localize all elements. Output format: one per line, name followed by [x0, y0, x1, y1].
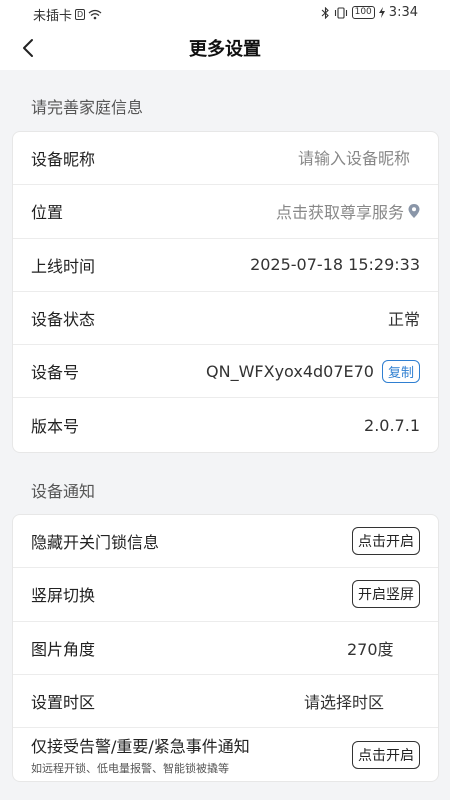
status-bar: 未插卡 D 100 3:34 — [0, 0, 450, 26]
vibrate-icon — [334, 6, 347, 19]
device-id-label: 设备号 — [31, 363, 80, 383]
row-version: 版本号 2.0.7.1 — [13, 398, 438, 451]
version-label: 版本号 — [31, 417, 80, 437]
row-device-nickname: 设备昵称 — [13, 132, 438, 186]
alert-sub-text: 如远程开锁、低电量报警、智能锁被撬等 — [31, 762, 229, 776]
status-right: 100 3:34 — [321, 5, 418, 20]
online-time-label: 上线时间 — [31, 256, 96, 276]
alert-enable-button[interactable]: 点击开启 — [352, 740, 420, 769]
device-status-label: 设备状态 — [31, 310, 96, 330]
nav-bar: 更多设置 — [0, 26, 450, 70]
device-id-value: QN_WFXyox4d07E70 — [206, 361, 374, 381]
portrait-enable-button[interactable]: 开启竖屏 — [352, 580, 420, 609]
row-alert-only: 仅接受告警/重要/紧急事件通知 如远程开锁、低电量报警、智能锁被撬等 点击开启 — [13, 728, 438, 781]
location-pin-icon — [408, 204, 420, 219]
device-id-wrap: QN_WFXyox4d07E70 复制 — [206, 359, 420, 383]
location-label: 位置 — [31, 203, 64, 223]
device-status-value: 正常 — [387, 310, 420, 330]
portrait-label: 竖屏切换 — [31, 586, 96, 606]
angle-label: 图片角度 — [31, 639, 96, 659]
timezone-label: 设置时区 — [31, 693, 96, 713]
angle-value[interactable]: 270度 — [347, 636, 394, 660]
device-info-card: 设备昵称 位置 点击获取尊享服务 上线时间 2025-07-18 15:29:3… — [12, 131, 439, 453]
section-title-family: 请完善家庭信息 — [31, 98, 144, 117]
clock-text: 3:34 — [388, 5, 418, 20]
section-title-notify: 设备通知 — [31, 482, 96, 501]
page-title: 更多设置 — [189, 39, 261, 60]
row-timezone[interactable]: 设置时区 请选择时区 — [13, 675, 438, 729]
version-value: 2.0.7.1 — [364, 415, 420, 435]
copy-button[interactable]: 复制 — [381, 359, 420, 383]
row-portrait-switch: 竖屏切换 开启竖屏 — [13, 568, 438, 622]
wifi-icon — [88, 9, 102, 20]
nickname-label: 设备昵称 — [31, 150, 96, 170]
carrier-text: 未插卡 — [33, 9, 73, 24]
row-online-time: 上线时间 2025-07-18 15:29:33 — [13, 239, 438, 292]
row-image-angle[interactable]: 图片角度 270度 — [13, 622, 438, 675]
battery-level: 100 — [354, 7, 372, 17]
hide-lock-enable-button[interactable]: 点击开启 — [352, 527, 420, 556]
timezone-select[interactable]: 请选择时区 — [304, 689, 384, 713]
row-device-status: 设备状态 正常 — [13, 292, 438, 346]
location-value-wrap[interactable]: 点击获取尊享服务 — [276, 199, 420, 223]
row-location[interactable]: 位置 点击获取尊享服务 — [13, 185, 438, 239]
row-device-id: 设备号 QN_WFXyox4d07E70 复制 — [13, 345, 438, 399]
bluetooth-icon — [321, 6, 329, 19]
status-left: 未插卡 D — [33, 5, 102, 24]
online-time-value: 2025-07-18 15:29:33 — [250, 255, 420, 275]
charging-icon — [378, 7, 385, 18]
alert-text-wrap: 仅接受告警/重要/紧急事件通知 如远程开锁、低电量报警、智能锁被撬等 — [31, 733, 250, 776]
hide-lock-label: 隐藏开关门锁信息 — [31, 533, 160, 553]
location-value: 点击获取尊享服务 — [275, 203, 404, 223]
battery-icon: 100 — [351, 6, 375, 19]
row-hide-lock-info: 隐藏开关门锁信息 点击开启 — [13, 515, 438, 569]
notify-card: 隐藏开关门锁信息 点击开启 竖屏切换 开启竖屏 图片角度 270度 设置时区 请… — [12, 514, 439, 783]
nickname-input[interactable] — [200, 148, 420, 168]
sim-icon: D — [75, 9, 86, 20]
alert-label: 仅接受告警/重要/紧急事件通知 — [31, 737, 250, 757]
